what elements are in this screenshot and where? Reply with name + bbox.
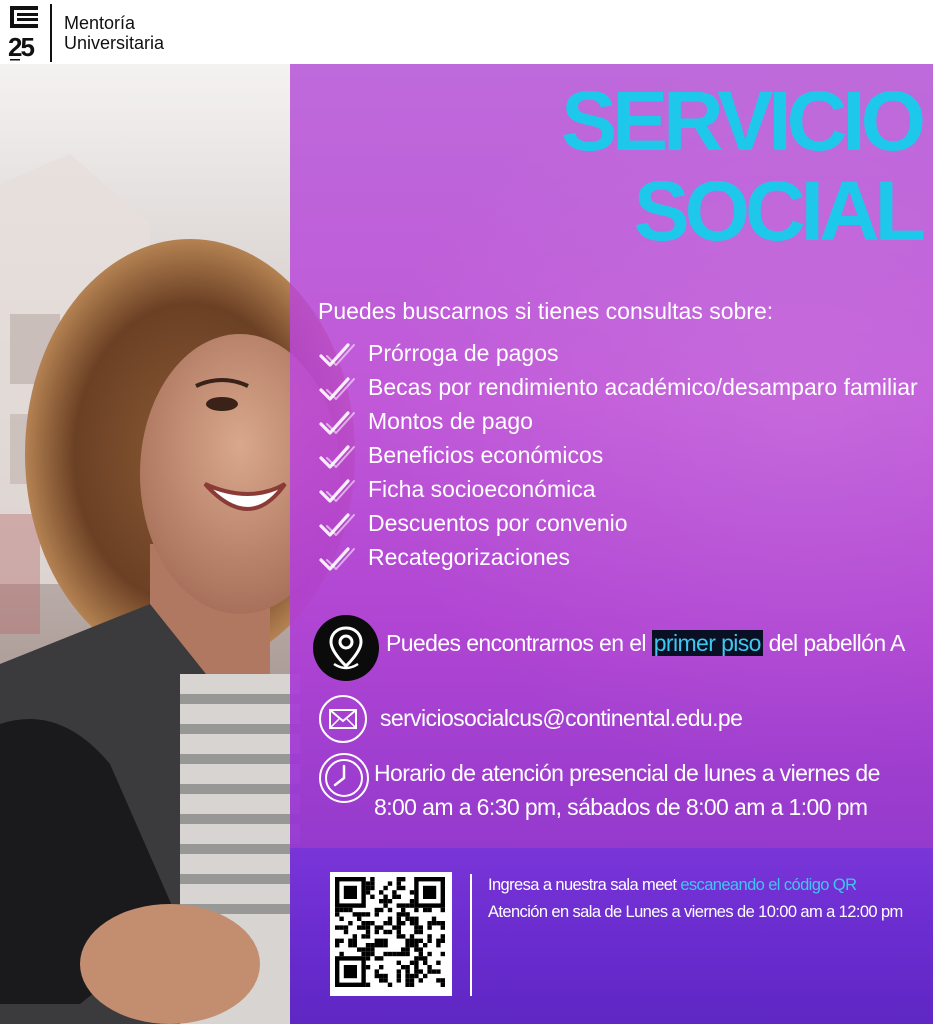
topic-label: Montos de pago (368, 408, 533, 434)
topic-label: Recategorizaciones (368, 544, 571, 570)
topic-item: Descuentos por convenio (318, 510, 918, 537)
qr-divider (470, 874, 472, 996)
logo-line2: Universitaria (64, 33, 165, 53)
meet-link[interactable]: escaneando el código QR (680, 876, 857, 894)
check-icon (319, 479, 355, 503)
meet-info: Ingresa a nuestra sala meet escaneando e… (488, 872, 908, 926)
topic-item: Prórroga de pagos (318, 340, 918, 367)
title-line2: SOCIAL (633, 164, 926, 258)
topic-label: Prórroga de pagos (368, 340, 559, 366)
topic-label: Ficha socioeconómica (368, 476, 596, 502)
location-before: Puedes encontrarnos en el (386, 630, 647, 656)
meet-line: Ingresa a nuestra sala meet escaneando e… (488, 872, 908, 899)
clock-icon (319, 753, 369, 803)
topic-item: Becas por rendimiento académico/desampar… (318, 374, 918, 401)
topics-list: Prórroga de pagos Becas por rendimiento a… (318, 340, 918, 578)
header: 25 Mentoría Universitaria (0, 0, 933, 64)
check-icon (319, 411, 355, 435)
info-panel: SERVICIO SOCIAL Puedes buscarnos si tien… (290, 64, 933, 1024)
check-icon (319, 445, 355, 469)
check-icon (319, 547, 355, 571)
check-icon (319, 377, 355, 401)
topic-item: Ficha socioeconómica (318, 476, 918, 503)
intro-text: Puedes buscarnos si tienes consultas sob… (318, 298, 774, 324)
location-highlight: primer piso (651, 630, 763, 656)
logo-number: 25 (8, 32, 34, 62)
logo-divider (50, 4, 52, 62)
university-logo: 25 (8, 6, 38, 62)
topic-label: Becas por rendimiento académico/desampar… (368, 374, 918, 400)
topic-label: Beneficios económicos (368, 442, 604, 468)
topic-item: Montos de pago (318, 408, 918, 435)
hours-text: Horario de atención presencial de lunes … (374, 760, 880, 820)
meet-schedule: Atención en sala de Lunes a viernes de 1… (488, 903, 903, 921)
logo-text: Mentoría Universitaria (64, 13, 164, 53)
logo-line1: Mentoría (64, 13, 136, 33)
topic-item: Recategorizaciones (318, 544, 918, 571)
mail-icon (319, 695, 367, 743)
topic-item: Beneficios económicos (318, 442, 918, 469)
check-icon (319, 513, 355, 537)
location-pin-icon (313, 615, 379, 681)
title-line1: SERVICIO (561, 74, 926, 168)
location-text: Puedes encontrarnos en el primer piso de… (386, 630, 905, 657)
meet-text: Ingresa a nuestra sala meet (488, 876, 677, 894)
check-icon (319, 343, 355, 367)
qr-code[interactable] (330, 872, 452, 996)
topic-label: Descuentos por convenio (368, 510, 628, 536)
location-after: del pabellón A (768, 630, 906, 656)
email-link[interactable]: serviciosocialcus@continental.edu.pe (380, 705, 743, 732)
page-title: SERVICIO SOCIAL (561, 74, 926, 258)
